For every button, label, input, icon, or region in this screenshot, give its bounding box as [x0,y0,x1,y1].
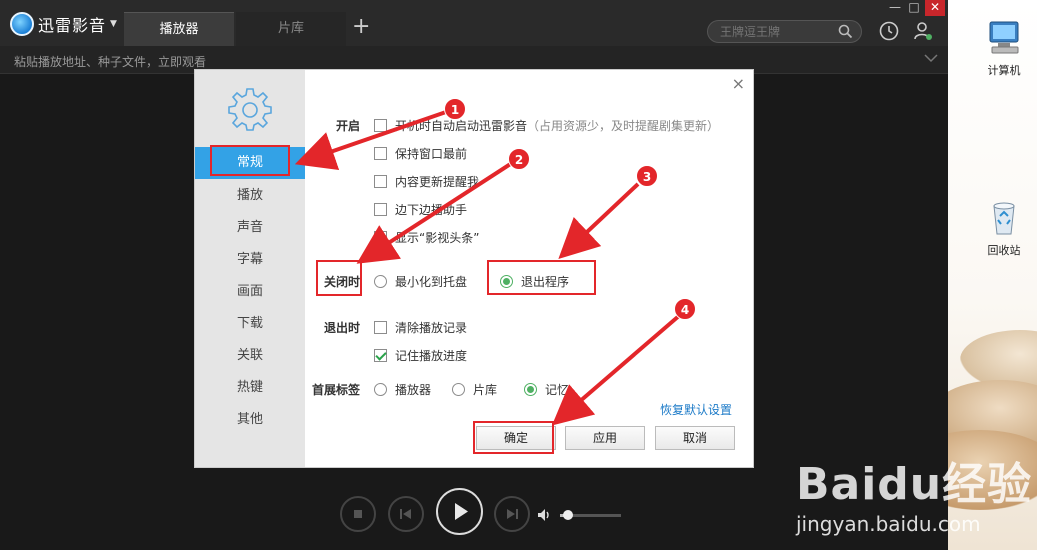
annotation-badge-4: 4 [674,298,696,320]
annotation-arrow-1 [294,110,447,171]
annotation-badge-1: 1 [444,98,466,120]
annotation-badge-3: 3 [636,165,658,187]
baidu-watermark: Baidu经验 jingyan.baidu.com [796,448,1032,536]
watermark-main: Baidu经验 [796,459,1033,510]
annotation-arrow-2 [356,161,514,264]
watermark-url: jingyan.baidu.com [796,512,981,536]
annotation-arrow-4 [551,313,682,426]
annotation-arrow-3 [558,182,640,259]
annotation-badge-2: 2 [508,148,530,170]
